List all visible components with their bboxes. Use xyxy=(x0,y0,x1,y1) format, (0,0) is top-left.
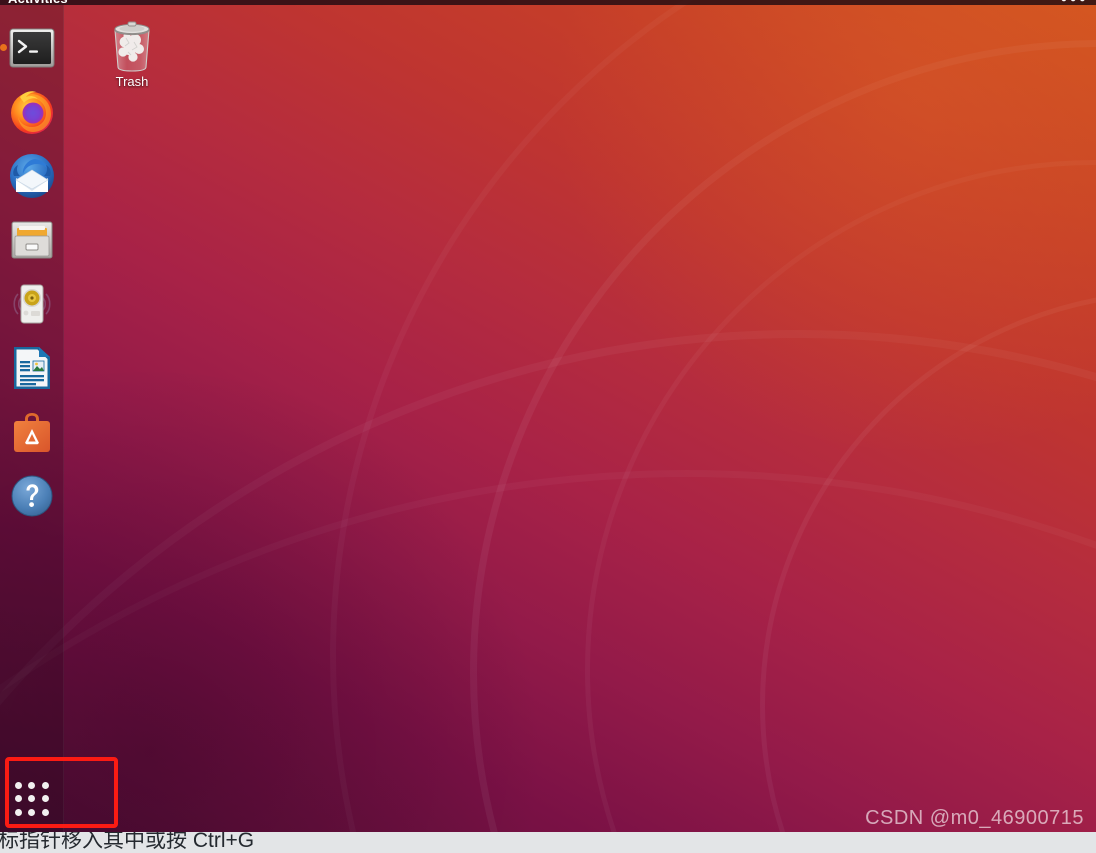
wallpaper-glow-bottom-left xyxy=(0,372,560,832)
dock-item-firefox[interactable] xyxy=(8,88,56,136)
dock-item-terminal[interactable] xyxy=(0,24,56,72)
music-speaker-icon xyxy=(13,284,51,324)
dock-item-files[interactable] xyxy=(8,216,56,264)
running-indicator-dot xyxy=(0,44,7,51)
desktop-icon-trash[interactable]: Trash xyxy=(92,16,172,89)
ubuntu-desktop[interactable]: Activities ●●● xyxy=(0,0,1096,832)
desktop-icon-label: Trash xyxy=(115,74,149,89)
watermark: CSDN @m0_46900715 xyxy=(865,807,1084,829)
terminal-icon xyxy=(9,28,55,68)
show-applications-button[interactable] xyxy=(8,775,56,823)
gnome-top-bar[interactable]: Activities ●●● xyxy=(0,0,1096,5)
dock-item-libreoffice-writer[interactable] xyxy=(8,344,56,392)
dock[interactable] xyxy=(0,5,64,832)
screenshot-root: Activities ●●● xyxy=(0,0,1096,853)
firefox-icon xyxy=(11,91,53,134)
system-status-icons[interactable]: ●●● xyxy=(1060,0,1088,5)
question-mark-icon xyxy=(11,475,53,517)
wallpaper-glow-top-right xyxy=(536,0,1096,450)
files-cabinet-icon xyxy=(11,221,53,259)
dock-item-rhythmbox[interactable] xyxy=(8,280,56,328)
document-icon xyxy=(14,347,50,389)
activities-button[interactable]: Activities xyxy=(8,0,68,5)
desktop-wallpaper xyxy=(0,0,1096,832)
dock-item-thunderbird[interactable] xyxy=(8,152,56,200)
page-caption: 将鼠标指针移入其中或按 Ctrl+G xyxy=(0,832,1096,853)
grid-dots-icon xyxy=(14,781,50,817)
trash-bin-icon xyxy=(114,21,150,72)
dock-item-help[interactable] xyxy=(8,472,56,520)
software-bag-icon xyxy=(14,413,50,452)
thunderbird-icon xyxy=(10,154,54,198)
caption-text: 将鼠标指针移入其中或按 Ctrl+G xyxy=(0,832,255,852)
dock-item-ubuntu-software[interactable] xyxy=(8,408,56,456)
